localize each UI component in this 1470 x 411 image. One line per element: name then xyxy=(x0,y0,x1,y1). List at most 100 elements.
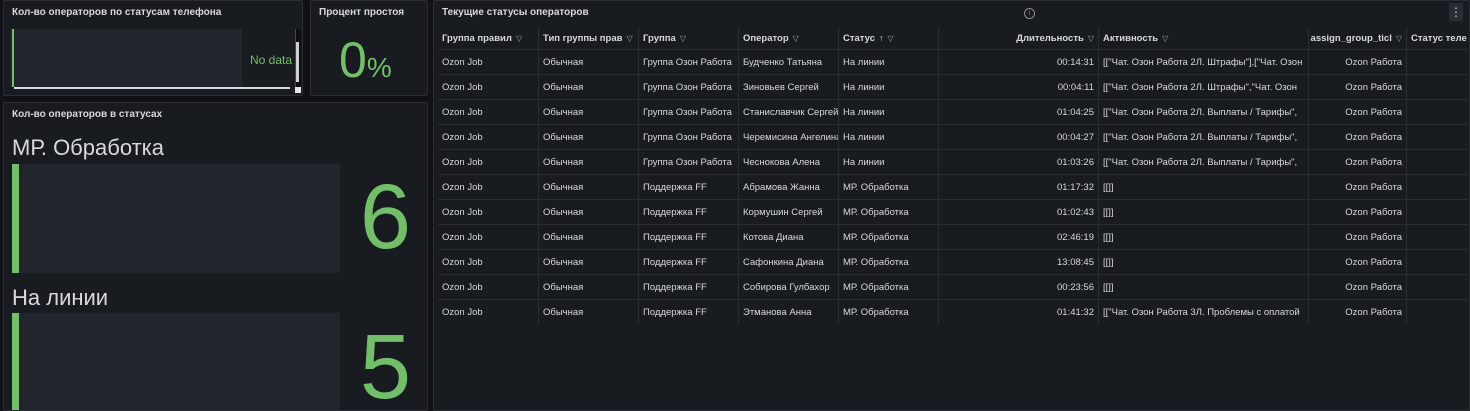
cell-group: Группа Озон Работа xyxy=(638,100,738,124)
filter-icon[interactable]: ▽ xyxy=(793,34,799,43)
cell-rule-group: Ozon Job xyxy=(442,181,483,193)
cell-group: Поддержка FF xyxy=(638,300,738,324)
resize-handle[interactable] xyxy=(295,87,301,93)
filter-icon[interactable]: ▽ xyxy=(516,34,522,43)
table-row[interactable]: Ozon Job Обычная Группа Озон Работа Зиновье… xyxy=(438,74,1468,99)
sort-ascending-icon[interactable]: ↑ xyxy=(879,33,884,43)
cell-group-type: Обычная xyxy=(538,100,638,124)
column-header-group[interactable]: Группа ▽ xyxy=(638,27,738,49)
horizontal-scrollbar[interactable] xyxy=(14,87,290,89)
cell-operator: Зиновьев Сергей xyxy=(738,75,838,99)
cell-operator: Будченко Татьяна xyxy=(738,50,838,74)
cell-assign-group: Ozon Работа xyxy=(1308,275,1406,299)
panel-menu-icon[interactable]: ⋮ xyxy=(1449,3,1463,21)
table-row[interactable]: Ozon Job Обычная Группа Озон Работа Станисл… xyxy=(438,99,1468,124)
cell-group-type: Обычная xyxy=(538,225,638,249)
idle-percent-panel: Процент простоя 0% xyxy=(310,0,428,96)
cell-assign-group: Ozon Работа xyxy=(1308,125,1406,149)
cell-group-type: Обычная xyxy=(538,200,638,224)
table-row[interactable]: Ozon Job Обычная Поддержка FF Собирова Гулб… xyxy=(438,274,1468,299)
cell-activity: [[]] xyxy=(1098,200,1308,224)
cell-group-type: Обычная xyxy=(538,250,638,274)
cell-status: На линии xyxy=(838,125,938,149)
filter-icon[interactable]: ▽ xyxy=(1162,34,1168,43)
column-header-assign-group[interactable]: assign_group_ticl ▽ xyxy=(1308,27,1406,49)
table-row[interactable]: Ozon Job Обычная Поддержка FF Абрамова Жанн… xyxy=(438,174,1468,199)
filter-icon[interactable]: ▽ xyxy=(888,34,894,43)
status-bar xyxy=(12,164,19,273)
cell-operator: Станиславчик Сергей xyxy=(738,100,838,124)
column-header-duration[interactable]: Длительность ▽ xyxy=(938,27,1098,49)
table-row[interactable]: Ozon Job Обычная Поддержка FF Кормушин Серг… xyxy=(438,199,1468,224)
column-header-rule-group[interactable]: Группа правил ▽ xyxy=(438,27,538,49)
column-header-status[interactable]: Статус ↑ ▽ xyxy=(838,27,938,49)
status-count: 6 xyxy=(359,166,411,268)
status-label: На линии xyxy=(12,285,109,310)
cell-group: Поддержка FF xyxy=(638,175,738,199)
cell-status: МР. Обработка xyxy=(838,175,938,199)
table-body: Ozon Job Обычная Группа Озон Работа Будченк… xyxy=(438,49,1468,324)
cell-status: МР. Обработка xyxy=(838,200,938,224)
cell-activity: [["Чат. Озон Работа 3Л. Проблемы с оплат… xyxy=(1098,300,1308,324)
operators-in-statuses-panel: Кол-во операторов в статусах МР. Обработ… xyxy=(3,102,428,411)
cell-phone-status xyxy=(1406,225,1468,249)
status-bar xyxy=(12,313,19,410)
cell-duration: 00:23:56 xyxy=(938,275,1098,299)
table-row[interactable]: Ozon Job Обычная Поддержка FF Сафонкина Диа… xyxy=(438,249,1468,274)
stat-unit: % xyxy=(366,52,392,83)
cell-group: Поддержка FF xyxy=(638,200,738,224)
cell-phone-status xyxy=(1406,200,1468,224)
info-icon[interactable]: i xyxy=(1024,8,1035,19)
panel-title: Процент простоя xyxy=(319,7,405,18)
cell-group-type: Обычная xyxy=(538,125,638,149)
cell-operator: Котова Диана xyxy=(738,225,838,249)
cell-group: Поддержка FF xyxy=(638,225,738,249)
cell-status: МР. Обработка xyxy=(838,250,938,274)
cell-rule-group: Ozon Job xyxy=(442,56,483,68)
cell-phone-status xyxy=(1406,125,1468,149)
cell-group-type: Обычная xyxy=(538,275,638,299)
table-row[interactable]: Ozon Job Обычная Группа Озон Работа Будченк… xyxy=(438,49,1468,74)
chart-axis xyxy=(12,29,14,87)
cell-phone-status xyxy=(1406,300,1468,324)
filter-icon[interactable]: ▽ xyxy=(1088,34,1094,43)
cell-group: Поддержка FF xyxy=(638,250,738,274)
column-header-label: assign_group_ticl xyxy=(1310,32,1392,44)
cell-operator: Собирова Гулбахор xyxy=(738,275,838,299)
cell-duration: 02:46:19 xyxy=(938,225,1098,249)
cell-rule-group: Ozon Job xyxy=(442,106,483,118)
column-header-label: Активность xyxy=(1103,32,1159,44)
cell-status: МР. Обработка xyxy=(838,300,938,324)
column-header-label: Группа xyxy=(643,32,676,44)
cell-activity: [[]] xyxy=(1098,175,1308,199)
cell-activity: [[]] xyxy=(1098,275,1308,299)
column-header-group-type[interactable]: Тип группы прав ▽ xyxy=(538,27,638,49)
cell-assign-group: Ozon Работа xyxy=(1308,75,1406,99)
cell-activity: [["Чат. Озон Работа 2Л. Штрафы"],["Чат. … xyxy=(1098,50,1308,74)
table-row[interactable]: Ozon Job Обычная Поддержка FF Котова Диана М… xyxy=(438,224,1468,249)
cell-duration: 00:04:27 xyxy=(938,125,1098,149)
column-header-operator[interactable]: Оператор ▽ xyxy=(738,27,838,49)
column-header-label: Тип группы прав xyxy=(543,32,623,44)
panel-title: Кол-во операторов по статусам телефона xyxy=(12,7,222,18)
filter-icon[interactable]: ▽ xyxy=(626,34,632,43)
cell-group-type: Обычная xyxy=(538,150,638,174)
column-header-activity[interactable]: Активность ▽ xyxy=(1098,27,1308,49)
table-row[interactable]: Ozon Job Обычная Группа Озон Работа Чесноко… xyxy=(438,149,1468,174)
filter-icon[interactable]: ▽ xyxy=(680,34,686,43)
cell-status: На линии xyxy=(838,75,938,99)
cell-assign-group: Ozon Работа xyxy=(1308,50,1406,74)
cell-phone-status xyxy=(1406,100,1468,124)
table-row[interactable]: Ozon Job Обычная Поддержка FF Этманова Анна… xyxy=(438,299,1468,324)
table-row[interactable]: Ozon Job Обычная Группа Озон Работа Черемис… xyxy=(438,124,1468,149)
column-header-phone-status[interactable]: Статус теле xyxy=(1406,27,1468,49)
cell-phone-status xyxy=(1406,50,1468,74)
cell-phone-status xyxy=(1406,175,1468,199)
filter-icon[interactable]: ▽ xyxy=(1396,34,1402,43)
cell-phone-status xyxy=(1406,150,1468,174)
vertical-scrollbar-thumb[interactable] xyxy=(296,42,299,82)
cell-group-type: Обычная xyxy=(538,300,638,324)
cell-group: Группа Озон Работа xyxy=(638,50,738,74)
cell-group: Группа Озон Работа xyxy=(638,125,738,149)
cell-group: Поддержка FF xyxy=(638,275,738,299)
